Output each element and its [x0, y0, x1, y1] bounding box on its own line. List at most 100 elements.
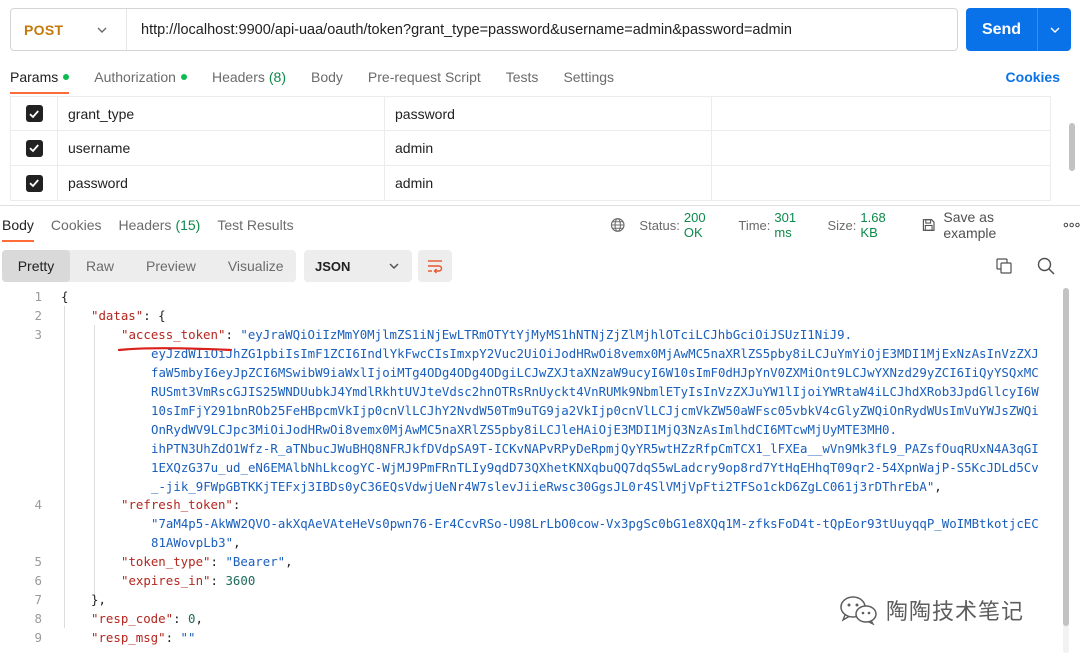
param-key[interactable]: password: [58, 166, 385, 200]
code-token: :: [225, 327, 241, 342]
save-as-example-button[interactable]: Save as example: [921, 209, 1047, 241]
code-token: ,: [195, 611, 203, 626]
param-value[interactable]: admin: [385, 131, 712, 165]
size-value[interactable]: 1.68 KB: [860, 210, 905, 240]
tab-body-label: Body: [311, 69, 343, 85]
tab-settings[interactable]: Settings: [563, 64, 614, 90]
request-url-bar: POST http://localhost:9900/api-uaa/oauth…: [10, 8, 958, 51]
param-key[interactable]: username: [58, 131, 385, 165]
url-input[interactable]: http://localhost:9900/api-uaa/oauth/toke…: [127, 22, 792, 38]
param-checkbox-cell: [10, 166, 58, 200]
code-token: :: [165, 630, 181, 645]
method-select[interactable]: POST: [11, 9, 127, 50]
param-value[interactable]: password: [385, 97, 712, 130]
code-scrollbar-thumb[interactable]: [1063, 288, 1069, 626]
code-line: "expires_in": 3600: [121, 573, 255, 588]
wrap-icon: [428, 260, 443, 274]
param-description[interactable]: [712, 97, 1051, 130]
tab-response-body[interactable]: Body: [2, 212, 34, 242]
param-checkbox-cell: [10, 97, 58, 130]
tab-headers[interactable]: Headers (8): [212, 64, 286, 90]
code-scrollbar[interactable]: [1063, 288, 1069, 653]
param-checkbox[interactable]: [25, 139, 43, 157]
code-line: "refresh_token":: [121, 497, 240, 512]
param-row: grant_type password: [10, 96, 1051, 131]
code-line: 10sImFjY291bnROb25FeHBpcmVkIjp0cnVlLCJhY…: [151, 403, 1039, 418]
code-line: 1EXQzG37u_ud_eN6EMAlbNhLkcogYC-WjMJ9PmFR…: [151, 460, 1039, 475]
line-number: 4: [34, 497, 42, 512]
param-checkbox[interactable]: [25, 174, 43, 192]
code-line: "token_type": "Bearer",: [121, 554, 293, 569]
tab-params[interactable]: Params: [10, 64, 70, 94]
view-visualize-button[interactable]: Visualize: [212, 250, 300, 282]
chevron-down-icon: [389, 263, 399, 269]
view-raw-button[interactable]: Raw: [70, 250, 130, 282]
tab-settings-label: Settings: [563, 69, 615, 85]
param-key[interactable]: grant_type: [58, 97, 385, 130]
tab-body[interactable]: Body: [311, 64, 343, 90]
json-string: "": [180, 630, 196, 645]
param-checkbox[interactable]: [25, 105, 43, 122]
tab-headers-label: Headers: [211, 69, 265, 85]
tab-response-cookies[interactable]: Cookies: [51, 212, 102, 238]
view-pretty-button[interactable]: Pretty: [2, 250, 70, 282]
code-line: "resp_msg": "": [91, 630, 195, 645]
param-row: username admin: [10, 131, 1051, 166]
params-scrollbar[interactable]: [1069, 123, 1075, 171]
time-value[interactable]: 301 ms: [774, 210, 815, 240]
code-line: faW5mbyI6eyJpZCI6MSwibW9iaWxlIjoiMTg4ODg…: [151, 365, 1039, 380]
json-key: "access_token": [121, 327, 226, 342]
param-description[interactable]: [712, 131, 1051, 165]
line-number: 1: [34, 289, 42, 304]
code-token: :: [232, 497, 241, 512]
code-line: "datas": {: [91, 308, 166, 323]
tab-authorization[interactable]: Authorization: [94, 64, 187, 90]
time-label: Time:: [738, 217, 771, 233]
param-value[interactable]: admin: [385, 166, 712, 200]
json-key: "datas": [91, 308, 144, 323]
code-token: ,: [233, 535, 241, 550]
json-string: "eyJraWQiOiIzMmY0MjlmZS1iNjEwLTRmOTYtYjM…: [240, 327, 853, 342]
more-options-icon[interactable]: [1063, 222, 1080, 228]
code-line: "resp_code": 0,: [91, 611, 203, 626]
tab-prerequest-label: Pre-request Script: [367, 69, 481, 85]
size-label: Size:: [827, 217, 857, 233]
send-button[interactable]: Send: [966, 8, 1071, 51]
globe-icon[interactable]: [610, 217, 625, 233]
status-value[interactable]: 200 OK: [684, 210, 726, 240]
tab-prerequest-script[interactable]: Pre-request Script: [368, 64, 481, 90]
param-description[interactable]: [712, 166, 1051, 200]
format-select[interactable]: JSON: [304, 250, 412, 282]
response-divider[interactable]: [0, 205, 1080, 206]
search-icon[interactable]: [1036, 256, 1056, 276]
code-token: ,: [934, 479, 942, 494]
wrap-lines-button[interactable]: [418, 250, 452, 282]
tab-params-label: Params: [10, 69, 59, 85]
red-underline-annotation: [118, 347, 232, 352]
json-key: "resp_code": [91, 611, 174, 626]
cookies-link[interactable]: Cookies: [1006, 69, 1060, 85]
json-key: "token_type": [121, 554, 211, 569]
code-line: OnRydWV9LCJpc3MiOiJodHRwOi8vemx0MjAwMC5n…: [151, 422, 897, 437]
line-number: 5: [34, 554, 42, 569]
status-label: Status:: [639, 217, 680, 233]
watermark: 陶陶技术笔记: [838, 594, 1024, 626]
send-options-button[interactable]: [1038, 8, 1071, 51]
tab-test-results[interactable]: Test Results: [217, 212, 293, 238]
line-number: 9: [34, 630, 42, 645]
json-number: 3600: [225, 573, 256, 588]
code-token: :: [210, 554, 226, 569]
copy-icon[interactable]: [994, 256, 1014, 276]
check-icon: [29, 109, 39, 118]
view-preview-button[interactable]: Preview: [130, 250, 212, 282]
tab-tests[interactable]: Tests: [506, 64, 539, 90]
code-line: 81AWovpLb3",: [151, 535, 241, 550]
tab-response-headers[interactable]: Headers (15): [119, 212, 201, 238]
code-line: "access_token": "eyJraWQiOiIzMmY0MjlmZS1…: [121, 327, 852, 342]
authorization-indicator-dot: [180, 74, 187, 80]
line-number: 8: [34, 611, 42, 626]
indent-guide: [94, 325, 95, 597]
code-line: },: [91, 592, 106, 607]
json-string: "Bearer": [225, 554, 286, 569]
param-row: password admin: [10, 166, 1051, 201]
